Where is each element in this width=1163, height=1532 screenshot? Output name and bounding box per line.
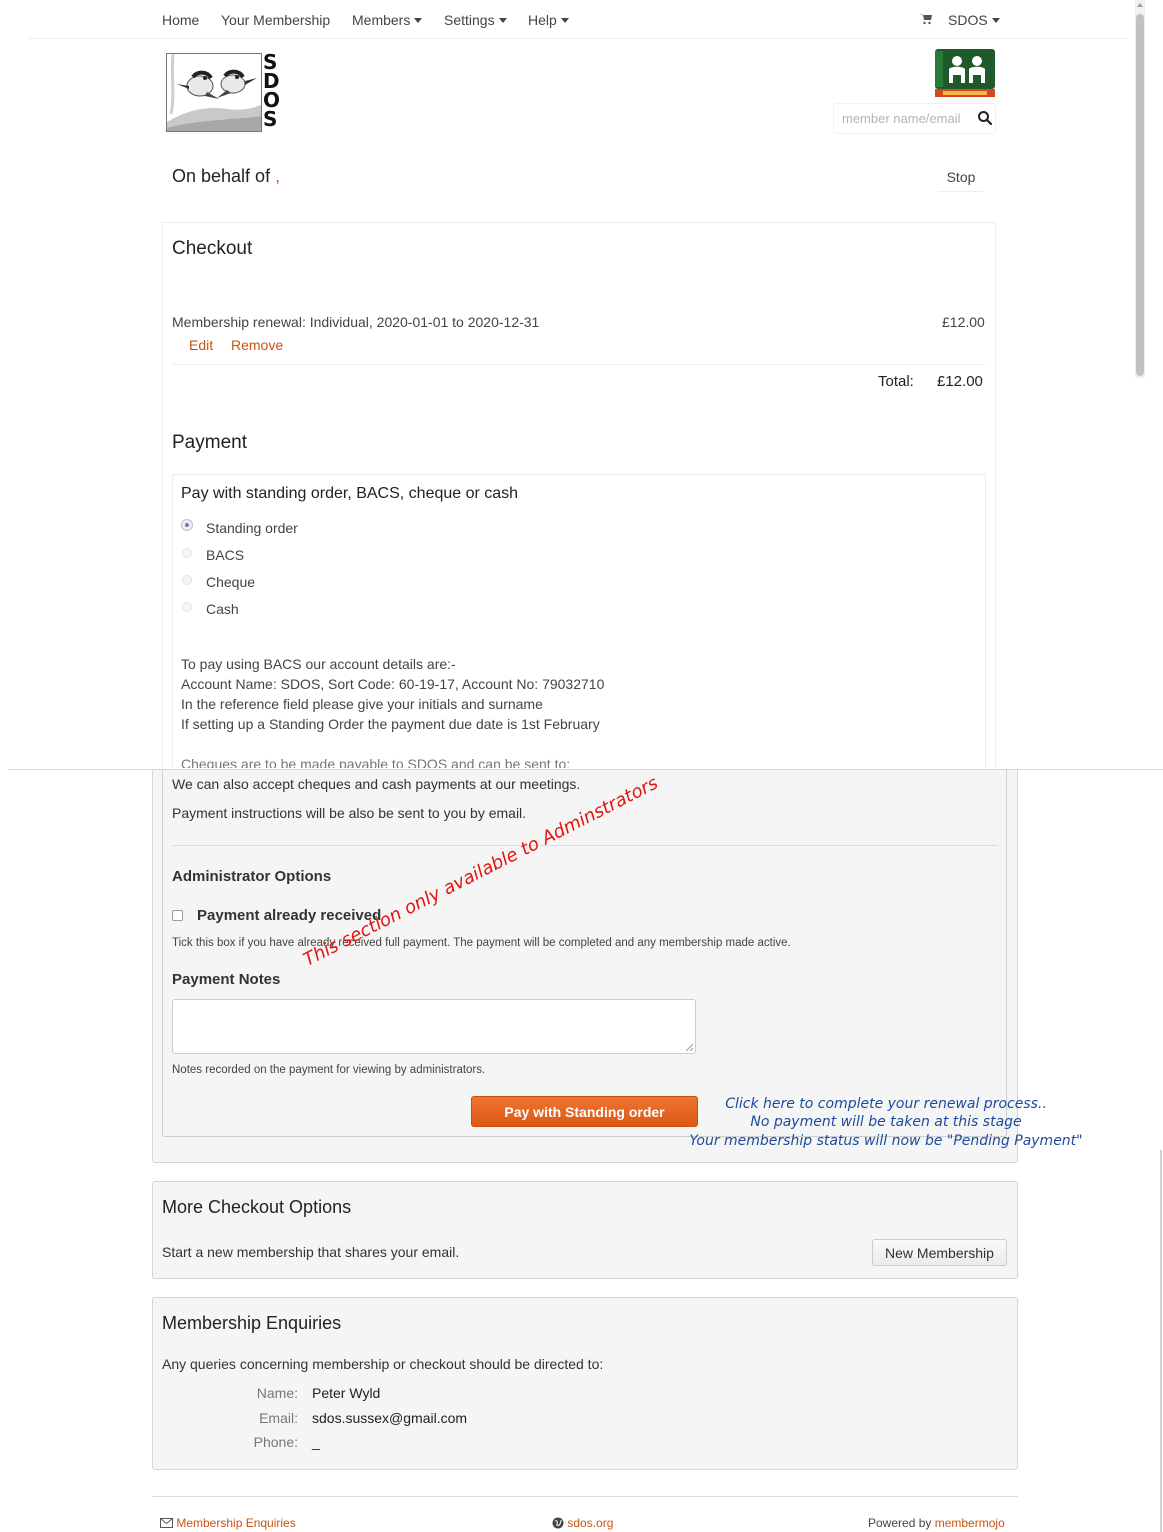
bacs-instructions-line: To pay using BACS our account details ar… <box>181 656 456 672</box>
total-label: Total: <box>878 373 914 390</box>
pending-payment-annotation: Your membership status will now be "Pend… <box>689 1133 1083 1149</box>
nav-home[interactable]: Home <box>162 12 199 28</box>
contact-email-link[interactable]: sdos.sussex@gmail.com <box>312 1410 467 1426</box>
radio-label-cheque[interactable]: Cheque <box>206 574 255 590</box>
chevron-down-icon <box>414 18 423 23</box>
membership-enquiries-text: Any queries concerning membership or che… <box>162 1356 604 1372</box>
checkout-item-description: Membership renewal: Individual, 2020-01-… <box>172 314 540 330</box>
payment-notes-textarea[interactable] <box>172 999 696 1054</box>
scrollbar[interactable] <box>1135 0 1145 378</box>
payment-title: Payment <box>172 432 247 453</box>
radio-cash[interactable] <box>182 602 192 612</box>
sdos-logo[interactable] <box>166 53 262 132</box>
contact-name-label: Name: <box>256 1385 298 1401</box>
email-instructions-text: Payment instructions will be also be sen… <box>172 805 527 821</box>
membermojo-logo-icon <box>935 49 995 97</box>
payment-notes-help: Notes recorded on the payment for viewin… <box>172 1064 486 1076</box>
more-checkout-options-text: Start a new membership that shares your … <box>162 1244 460 1260</box>
account-menu[interactable]: SDOS <box>948 12 1000 28</box>
chevron-down-icon <box>991 18 1000 23</box>
nav-members[interactable]: Members <box>352 12 423 28</box>
logo-letter: S <box>263 107 278 131</box>
nav-your-membership[interactable]: Your Membership <box>221 12 330 28</box>
birds-icon <box>167 54 261 131</box>
payment-notes-title: Payment Notes <box>172 971 281 988</box>
no-payment-annotation: No payment will be taken at this stage <box>750 1114 1022 1130</box>
total-value: £12.00 <box>937 373 983 390</box>
membermojo-logo[interactable] <box>935 49 995 97</box>
search-input[interactable] <box>834 104 974 133</box>
cart-icon[interactable] <box>920 12 932 28</box>
footer-divider <box>152 1496 1018 1497</box>
radio-bacs[interactable] <box>182 548 192 558</box>
top-nav: Home Your Membership Members Settings He… <box>28 0 1128 39</box>
nav-settings-label: Settings <box>444 12 495 28</box>
divider <box>172 364 986 365</box>
radio-label-bacs[interactable]: BACS <box>206 547 244 563</box>
globe-icon <box>552 1517 564 1529</box>
nav-members-label: Members <box>352 12 411 28</box>
payment-received-checkbox[interactable] <box>172 910 183 921</box>
checkout-title: Checkout <box>172 238 253 259</box>
search-icon[interactable] <box>977 110 993 126</box>
edit-link[interactable]: Edit <box>189 337 213 353</box>
payment-method-title: Pay with standing order, BACS, cheque or… <box>181 485 519 502</box>
footer-site-link[interactable]: sdos.org <box>567 1516 613 1530</box>
resize-grip-icon[interactable] <box>685 1043 693 1051</box>
remove-link[interactable]: Remove <box>231 337 283 353</box>
envelope-icon <box>160 1518 173 1528</box>
footer-powered-text: Powered by <box>868 1516 932 1530</box>
scrollbar-track[interactable] <box>1160 1150 1162 1532</box>
redacted-name: , <box>275 166 281 186</box>
account-menu-label: SDOS <box>948 12 988 28</box>
bacs-instructions-line: If setting up a Standing Order the payme… <box>181 716 600 732</box>
bacs-instructions-line: Account Name: SDOS, Sort Code: 60-19-17,… <box>181 676 605 692</box>
payment-received-label[interactable]: Payment already received <box>197 907 381 924</box>
pay-standing-order-button[interactable]: Pay with Standing order <box>471 1096 698 1127</box>
payment-received-help: Tick this box if you have already receiv… <box>172 937 791 949</box>
radio-label-cash[interactable]: Cash <box>206 601 239 617</box>
divider <box>172 845 998 846</box>
on-behalf-of: On behalf of , <box>172 166 280 187</box>
radio-label-standing-order[interactable]: Standing order <box>206 520 298 536</box>
nav-help-label: Help <box>528 12 557 28</box>
cheque-instructions-text: Cheques are to be made payable to SDOS a… <box>181 756 571 768</box>
admin-options-title: Administrator Options <box>172 868 332 885</box>
contact-phone-label: Phone: <box>253 1434 298 1450</box>
chevron-down-icon <box>560 18 569 23</box>
new-membership-button[interactable]: New Membership <box>872 1239 1007 1266</box>
cheque-instructions-cutoff: Cheques are to be made payable to SDOS a… <box>181 756 581 768</box>
scroll-up-icon[interactable] <box>1137 3 1143 7</box>
click-here-annotation: Click here to complete your renewal proc… <box>725 1096 1047 1112</box>
nav-help[interactable]: Help <box>528 12 569 28</box>
bacs-instructions-line: In the reference field please give your … <box>181 696 543 712</box>
footer-powered-link[interactable]: membermojo <box>935 1516 1005 1530</box>
checkout-item-price: £12.00 <box>942 314 985 330</box>
stop-button[interactable]: Stop <box>938 162 984 192</box>
on-behalf-of-label: On behalf of <box>172 166 271 186</box>
membership-enquiries-title: Membership Enquiries <box>162 1313 342 1333</box>
footer-enquiries-link[interactable]: Membership Enquiries <box>176 1516 295 1530</box>
chevron-down-icon <box>498 18 507 23</box>
footer-powered: Powered by membermojo <box>868 1516 1005 1530</box>
radio-cheque[interactable] <box>182 575 192 585</box>
footer-site[interactable]: sdos.org <box>552 1516 613 1530</box>
nav-settings[interactable]: Settings <box>444 12 507 28</box>
contact-name-value: Peter Wyld <box>312 1385 381 1401</box>
contact-email-label: Email: <box>259 1410 298 1426</box>
meetings-text: We can also accept cheques and cash paym… <box>172 776 581 792</box>
scrollbar-thumb[interactable] <box>1136 14 1144 376</box>
more-checkout-options-title: More Checkout Options <box>162 1197 352 1217</box>
radio-standing-order[interactable] <box>181 519 193 531</box>
contact-phone-value: _ <box>312 1434 320 1450</box>
member-search <box>833 103 996 134</box>
footer-enquiries[interactable]: Membership Enquiries <box>160 1516 296 1530</box>
sdos-logo-letters: S D O S <box>263 52 283 131</box>
